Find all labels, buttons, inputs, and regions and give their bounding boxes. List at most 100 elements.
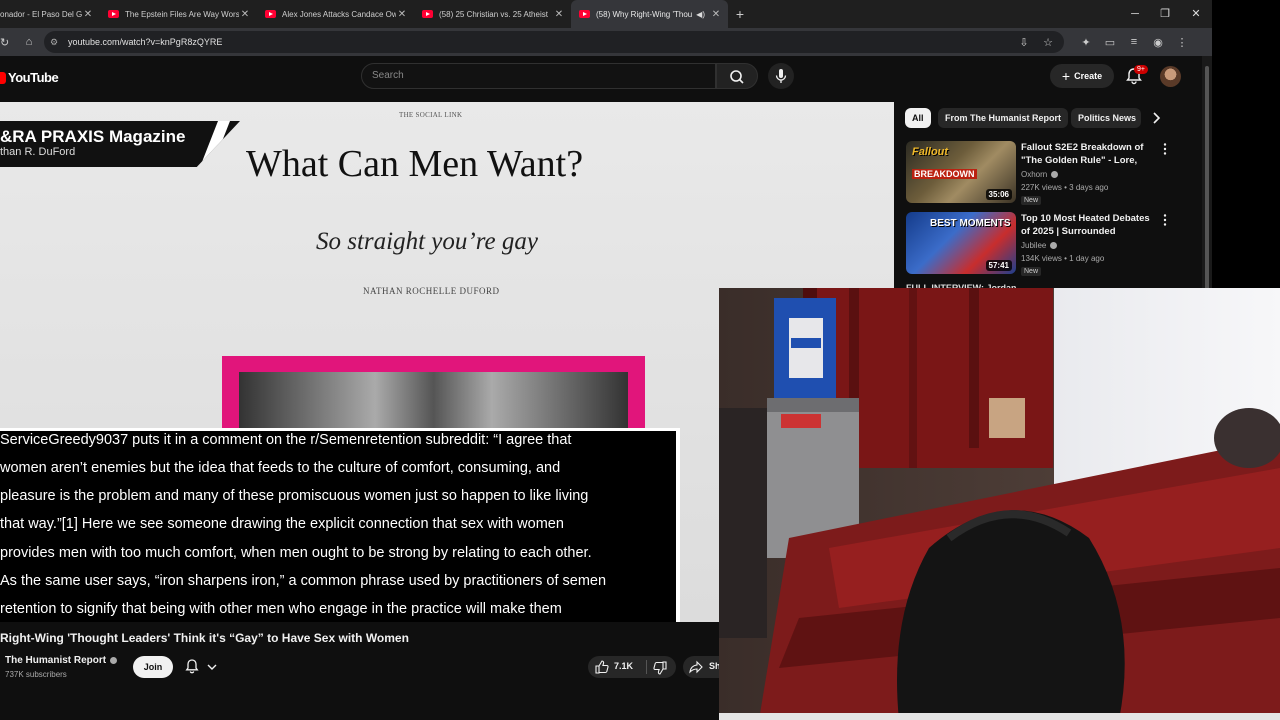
video-title: Right-Wing 'Thought Leaders' Think it's … bbox=[0, 631, 409, 645]
tab-close-icon[interactable]: ✕ bbox=[710, 9, 722, 20]
reload-icon[interactable]: ↻ bbox=[0, 36, 9, 49]
verified-icon bbox=[1051, 171, 1059, 179]
extensions-icon[interactable]: ✦ bbox=[1074, 36, 1098, 49]
profile-icon[interactable]: ◉ bbox=[1146, 36, 1170, 49]
search-icon bbox=[730, 70, 744, 84]
share-button[interactable]: Sh bbox=[683, 656, 723, 678]
tab-title: (58) 25 Christian vs. 25 Atheist bbox=[439, 9, 548, 19]
youtube-favicon-icon bbox=[265, 10, 276, 18]
quote-line: provides men with too much comfort, when… bbox=[0, 545, 592, 561]
related-video-channel[interactable]: Oxhorn bbox=[1021, 170, 1059, 179]
browser-tab-4[interactable]: (58) 25 Christian vs. 25 Atheist ✕ bbox=[414, 0, 571, 28]
search-input[interactable]: Search bbox=[361, 63, 716, 89]
related-video-channel[interactable]: Jubilee bbox=[1021, 241, 1058, 250]
related-video-meta: 227K views • 3 days ago bbox=[1021, 183, 1109, 192]
address-bar[interactable]: ⚙ youtube.com/watch?v=knPgR8zQYRE bbox=[44, 31, 1064, 53]
plus-icon: + bbox=[1061, 68, 1071, 84]
webcam-scene bbox=[719, 288, 1280, 720]
create-button[interactable]: + Create bbox=[1050, 64, 1114, 88]
related-video-thumbnail[interactable]: Fallout BREAKDOWN 35:06 bbox=[906, 141, 1016, 203]
video-duration: 57:41 bbox=[985, 260, 1012, 271]
home-icon[interactable]: ⌂ bbox=[18, 36, 40, 48]
quote-line: pleasure is the problem and many of thes… bbox=[0, 488, 589, 504]
article-headline: What Can Men Want? bbox=[246, 143, 584, 185]
media-icon[interactable]: ≡ bbox=[1122, 36, 1146, 48]
speaker-icon[interactable]: ◀) bbox=[696, 10, 705, 19]
thumbnail-text: Fallout bbox=[912, 146, 949, 158]
search-button[interactable] bbox=[716, 63, 758, 89]
mic-icon bbox=[775, 69, 787, 83]
toolbar-actions: ⇩ ☆ ✦ ▭ ≡ ◉ ⋮ bbox=[1012, 28, 1194, 56]
subscriber-count: 737K subscribers bbox=[5, 670, 67, 679]
quote-line: that way.”[1] Here we see someone drawin… bbox=[0, 516, 564, 532]
tab-title: onador - El Paso Del G bbox=[0, 9, 82, 19]
subscribe-bell-button[interactable] bbox=[180, 656, 228, 678]
channel-name[interactable]: The Humanist Report bbox=[5, 655, 118, 666]
chip-all[interactable]: All bbox=[905, 108, 931, 128]
split-view-icon[interactable]: ▭ bbox=[1098, 36, 1122, 49]
chip-politics-news[interactable]: Politics News bbox=[1071, 108, 1141, 128]
article-kicker: THE SOCIAL LINK bbox=[399, 111, 463, 119]
article-subhead: So straight you’re gay bbox=[316, 228, 538, 255]
youtube-header: YouTube Search + Create 9+ bbox=[0, 56, 1202, 100]
more-options-icon[interactable] bbox=[1160, 142, 1170, 156]
quote-line: retention to signify that being with oth… bbox=[0, 601, 562, 617]
browser-tab-3[interactable]: Alex Jones Attacks Candace Ow ✕ bbox=[257, 0, 414, 28]
restore-icon[interactable]: ❐ bbox=[1150, 0, 1180, 28]
article-image bbox=[222, 356, 645, 442]
magazine-author: than R. DuFord bbox=[0, 146, 76, 158]
youtube-favicon-icon bbox=[108, 10, 119, 18]
tab-close-icon[interactable]: ✕ bbox=[553, 9, 565, 20]
channel-text: Jubilee bbox=[1021, 241, 1047, 250]
minimize-icon[interactable]: ─ bbox=[1120, 0, 1150, 28]
chip-from-channel[interactable]: From The Humanist Report bbox=[938, 108, 1069, 128]
related-video-title[interactable]: Fallout S2E2 Breakdown of "The Golden Ru… bbox=[1021, 141, 1157, 167]
browser-tab-2[interactable]: The Epstein Files Are Way Wors ✕ bbox=[100, 0, 257, 28]
bookmark-star-icon[interactable]: ☆ bbox=[1036, 36, 1060, 49]
chevron-right-icon[interactable] bbox=[1146, 108, 1166, 128]
channel-name-text: The Humanist Report bbox=[5, 655, 107, 666]
thumbnail-text: BEST MOMENTS bbox=[930, 218, 1011, 229]
related-video-thumbnail[interactable]: BEST MOMENTS 57:41 bbox=[906, 212, 1016, 274]
youtube-favicon-icon bbox=[579, 10, 590, 18]
menu-icon[interactable]: ⋮ bbox=[1170, 36, 1194, 49]
window-close-icon[interactable]: ✕ bbox=[1181, 0, 1211, 28]
related-video-meta: 134K views • 1 day ago bbox=[1021, 254, 1105, 263]
install-icon[interactable]: ⇩ bbox=[1012, 36, 1036, 49]
browser-tab-5-active[interactable]: (58) Why Right-Wing 'Thou ◀) ✕ bbox=[571, 0, 728, 28]
tab-close-icon[interactable]: ✕ bbox=[82, 9, 94, 20]
quote-line: ServiceGreedy9037 puts it in a comment o… bbox=[0, 432, 572, 448]
join-button[interactable]: Join bbox=[133, 656, 173, 678]
tab-title: (58) Why Right-Wing 'Thou bbox=[596, 9, 693, 19]
article-byline: NATHAN ROCHELLE DUFORD bbox=[363, 286, 500, 296]
thumbs-down-icon[interactable] bbox=[652, 660, 668, 676]
tab-close-icon[interactable]: ✕ bbox=[239, 9, 251, 20]
tab-close-icon[interactable]: ✕ bbox=[396, 9, 408, 20]
quote-line: As the same user says, “iron sharpens ir… bbox=[0, 573, 607, 589]
more-options-icon[interactable] bbox=[1160, 213, 1170, 227]
youtube-logo[interactable]: YouTube bbox=[0, 70, 59, 85]
browser-tabstrip: onador - El Paso Del G ✕ The Epstein Fil… bbox=[0, 0, 1212, 28]
url-text: youtube.com/watch?v=knPgR8zQYRE bbox=[68, 37, 223, 47]
voice-search-button[interactable] bbox=[768, 63, 794, 89]
like-dislike-group: 7.1K bbox=[588, 656, 676, 678]
verified-icon bbox=[1050, 242, 1058, 250]
account-avatar[interactable] bbox=[1160, 66, 1181, 87]
webcam-overlay bbox=[719, 288, 1280, 720]
site-info-icon[interactable]: ⚙ bbox=[50, 37, 64, 48]
browser-tab-1[interactable]: onador - El Paso Del G ✕ bbox=[0, 0, 100, 28]
magazine-title: &RA PRAXIS Magazine bbox=[0, 127, 186, 146]
related-video-title[interactable]: Top 10 Most Heated Debates of 2025 | Sur… bbox=[1021, 212, 1157, 238]
share-icon bbox=[689, 660, 703, 674]
new-badge: New bbox=[1021, 267, 1042, 276]
quote-line: women aren’t enemies but the idea that f… bbox=[0, 460, 561, 476]
thumbnail-text: BREAKDOWN bbox=[912, 169, 977, 179]
new-tab-icon[interactable]: + bbox=[728, 6, 752, 22]
tab-title: The Epstein Files Are Way Wors bbox=[125, 9, 239, 19]
video-duration: 35:06 bbox=[985, 189, 1012, 200]
create-label: Create bbox=[1074, 71, 1103, 81]
logo-text: YouTube bbox=[8, 70, 59, 85]
notification-badge: 9+ bbox=[1134, 65, 1148, 74]
quote-overlay: ServiceGreedy9037 puts it in a comment o… bbox=[0, 428, 680, 622]
thumbs-up-icon[interactable] bbox=[594, 659, 610, 675]
